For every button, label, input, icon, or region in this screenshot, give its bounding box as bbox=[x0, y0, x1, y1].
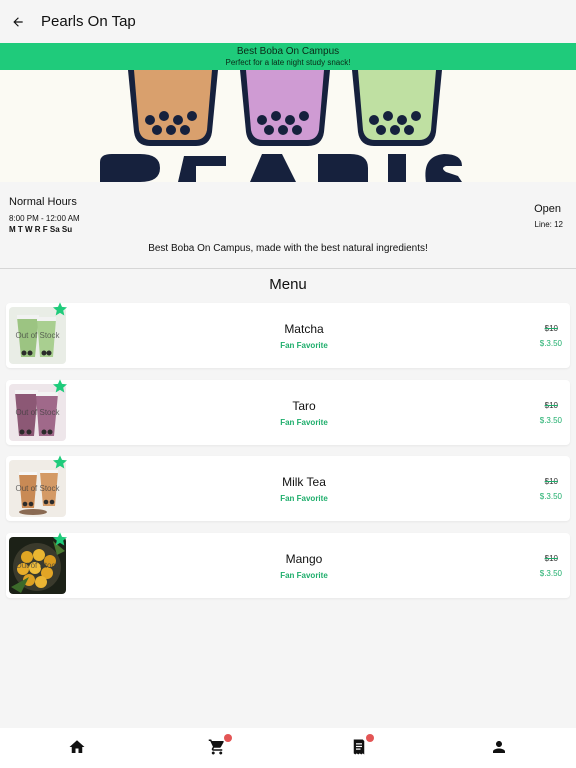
hours-time: 8:00 PM - 12:00 AM bbox=[9, 214, 80, 223]
item-badge: Fan Favorite bbox=[280, 341, 328, 350]
hours-days: M T W R F Sa Su bbox=[9, 225, 73, 234]
item-price: $.3.50 bbox=[539, 339, 562, 348]
promo-title: Best Boba On Campus bbox=[236, 46, 340, 57]
star-icon bbox=[53, 379, 67, 393]
item-price: $.3.50 bbox=[539, 492, 562, 501]
store-info: Normal Hours 8:00 PM - 12:00 AM M T W R … bbox=[0, 182, 576, 269]
nav-orders[interactable] bbox=[350, 734, 374, 758]
item-price: $.3.50 bbox=[539, 416, 562, 425]
item-old-price: $10 bbox=[544, 324, 558, 333]
menu-item-card[interactable]: Out of Stock Matcha Fan Favorite $10 $.3… bbox=[6, 302, 570, 368]
store-banner-image bbox=[0, 70, 576, 182]
cart-icon bbox=[208, 739, 224, 755]
nav-cart[interactable] bbox=[208, 734, 232, 758]
orders-notification-dot bbox=[366, 734, 374, 742]
nav-home[interactable] bbox=[68, 738, 88, 758]
promo-subtitle: Perfect for a late night study snack! bbox=[225, 58, 351, 67]
receipt-icon bbox=[353, 739, 365, 755]
store-description: Best Boba On Campus, made with the best … bbox=[148, 243, 428, 254]
line-count: Line: 12 bbox=[534, 220, 563, 229]
item-old-price: $10 bbox=[544, 554, 558, 563]
item-badge: Fan Favorite bbox=[280, 418, 328, 427]
page-title: Pearls On Tap bbox=[41, 13, 136, 30]
cart-notification-dot bbox=[224, 734, 232, 742]
item-name: Taro bbox=[292, 399, 316, 413]
open-status: Open bbox=[534, 203, 561, 215]
promo-banner: Best Boba On Campus Perfect for a late n… bbox=[0, 43, 576, 70]
hours-title: Normal Hours bbox=[9, 196, 77, 208]
back-button[interactable] bbox=[2, 6, 34, 38]
star-icon bbox=[53, 302, 67, 316]
store-logo bbox=[0, 70, 576, 182]
person-icon bbox=[493, 741, 505, 753]
item-name: Mango bbox=[285, 552, 323, 566]
home-icon bbox=[69, 740, 85, 753]
menu-heading: Menu bbox=[269, 276, 307, 293]
item-name: Matcha bbox=[284, 322, 324, 336]
item-price: $.3.50 bbox=[539, 569, 562, 578]
item-old-price: $10 bbox=[544, 477, 558, 486]
menu-item-card[interactable]: Out of Stock Mango Fan Favorite $10 $.3.… bbox=[6, 532, 570, 598]
star-icon bbox=[53, 455, 67, 469]
menu-item-card[interactable]: Out of Stock Milk Tea Fan Favorite $10 $… bbox=[6, 455, 570, 521]
star-icon bbox=[53, 532, 67, 546]
item-badge: Fan Favorite bbox=[280, 494, 328, 503]
item-badge: Fan Favorite bbox=[280, 571, 328, 580]
arrow-left-icon bbox=[13, 16, 23, 27]
nav-profile[interactable] bbox=[490, 738, 510, 758]
item-name: Milk Tea bbox=[282, 475, 326, 489]
app-bar: Pearls On Tap bbox=[0, 0, 576, 43]
bottom-navigation bbox=[0, 728, 576, 768]
menu-item-card[interactable]: Out of Stock Taro Fan Favorite $10 $.3.5… bbox=[6, 379, 570, 445]
item-old-price: $10 bbox=[544, 401, 558, 410]
